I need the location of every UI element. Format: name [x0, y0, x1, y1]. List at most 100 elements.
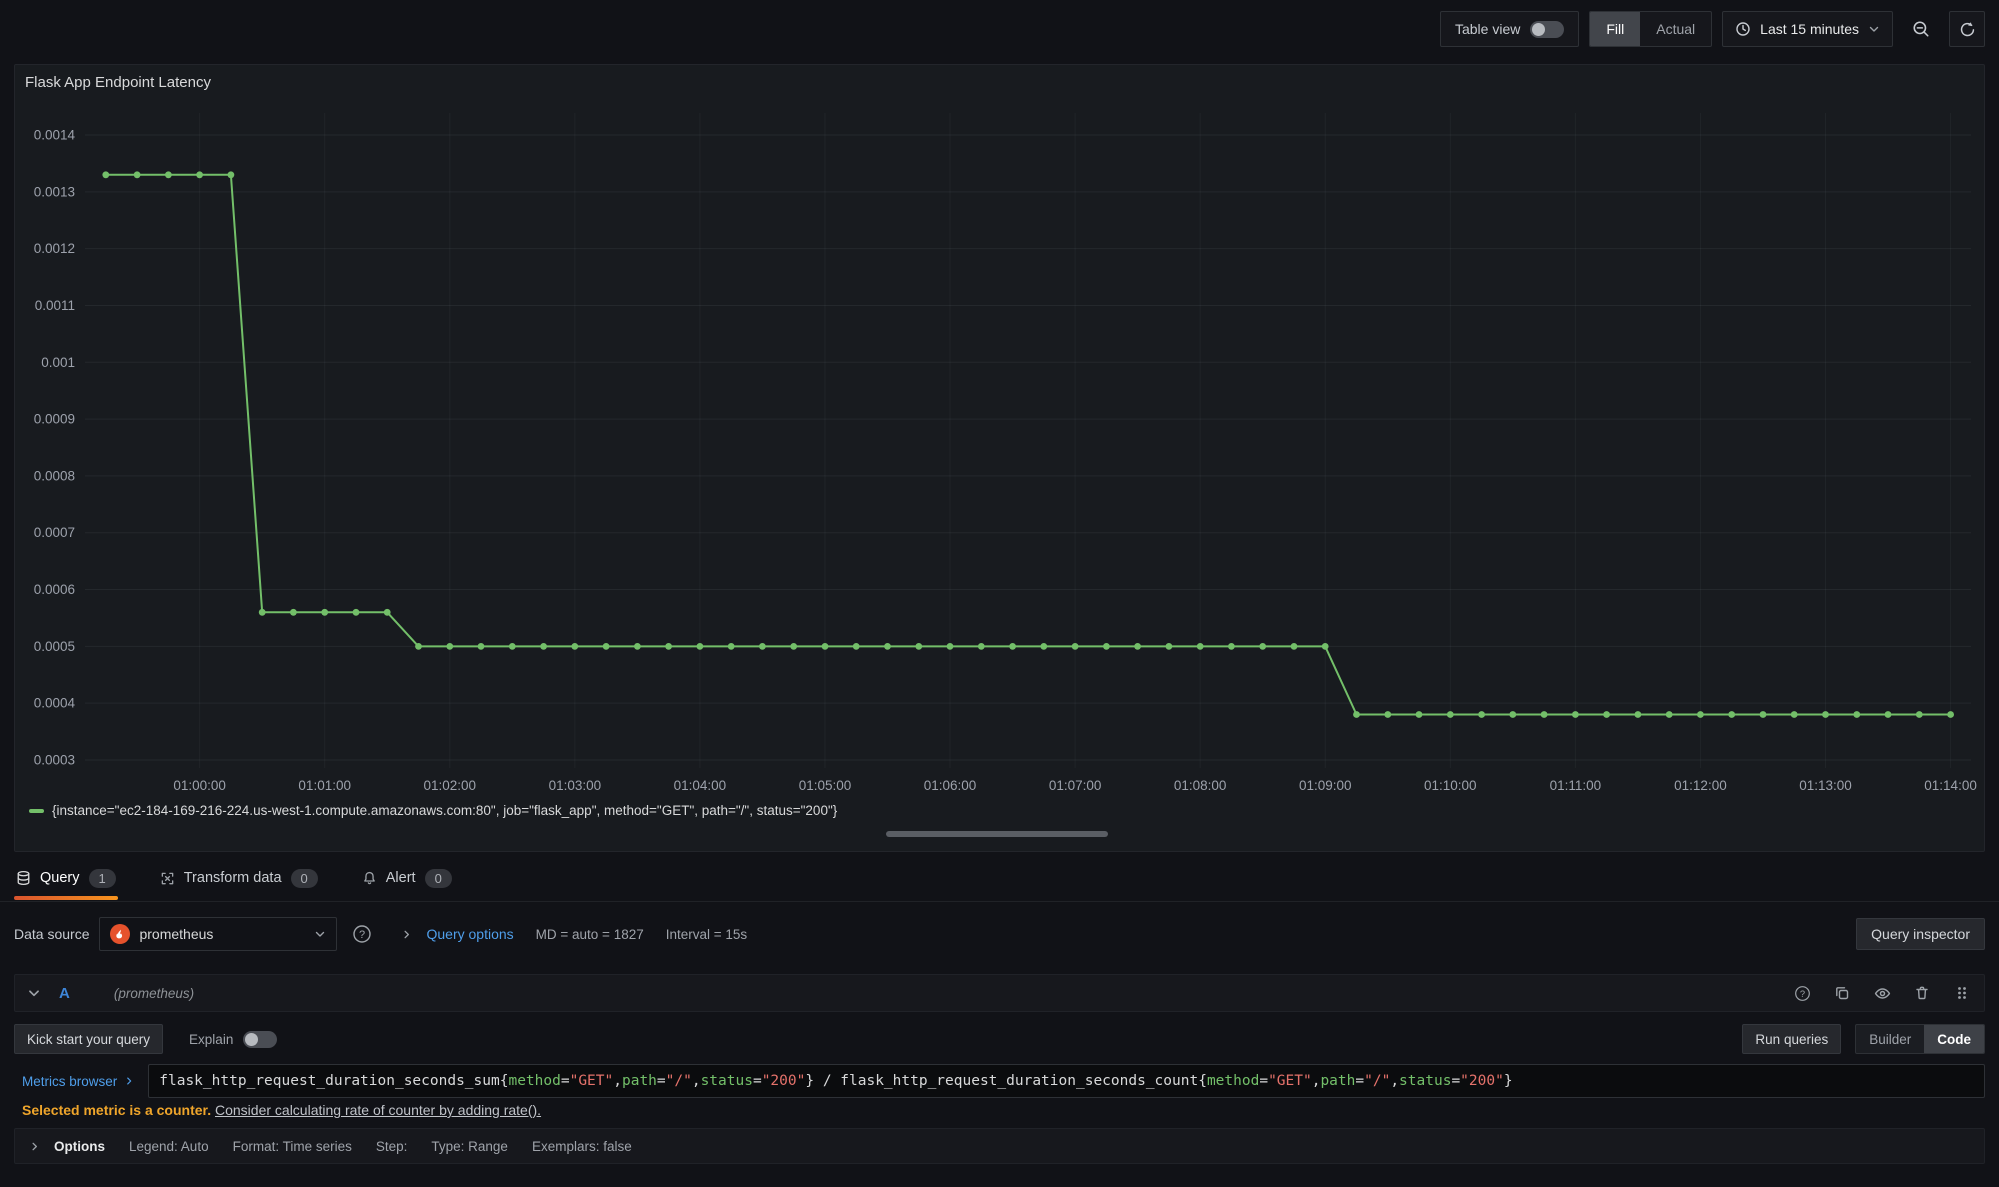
horizontal-scrollbar[interactable] — [886, 831, 1108, 837]
svg-text:01:02:00: 01:02:00 — [423, 778, 476, 793]
builder-code-segmented: Builder Code — [1855, 1024, 1985, 1054]
editor-tabs: Query 1 Transform data 0 Alert 0 — [14, 856, 454, 900]
refresh-icon — [1959, 21, 1976, 38]
svg-text:01:03:00: 01:03:00 — [549, 778, 602, 793]
svg-text:0.0011: 0.0011 — [35, 298, 75, 313]
query-help-button[interactable]: ? — [1792, 983, 1812, 1003]
bell-icon — [362, 870, 377, 886]
time-range-picker[interactable]: Last 15 minutes — [1722, 11, 1893, 47]
warning-rate-link[interactable]: Consider calculating rate of counter by … — [215, 1102, 541, 1118]
datasource-selected-value: prometheus — [139, 926, 305, 942]
table-view-toggle[interactable] — [1530, 21, 1564, 38]
tab-query[interactable]: Query 1 — [14, 856, 118, 900]
metrics-browser-label: Metrics browser — [22, 1074, 117, 1089]
counter-warning: Selected metric is a counter. Consider c… — [22, 1102, 1982, 1118]
eye-icon — [1874, 985, 1891, 1002]
query-options-group: Query options MD = auto = 1827 Interval … — [401, 926, 747, 942]
svg-text:0.0014: 0.0014 — [34, 128, 76, 143]
query-options-link[interactable]: Query options — [426, 926, 513, 942]
promql-editor-row: Metrics browser flask_http_request_durat… — [14, 1064, 1985, 1098]
copy-icon — [1834, 985, 1850, 1001]
chevron-down-icon — [314, 928, 326, 940]
svg-text:?: ? — [359, 929, 365, 941]
zoom-out-icon — [1912, 20, 1930, 38]
svg-text:01:11:00: 01:11:00 — [1550, 778, 1602, 793]
datasource-picker[interactable]: prometheus — [99, 917, 337, 951]
tab-alert-count: 0 — [425, 869, 452, 888]
options-step: Step: — [376, 1139, 408, 1154]
tab-query-label: Query — [40, 870, 80, 886]
options-legend: Legend: Auto — [129, 1139, 209, 1154]
promql-expression-input[interactable]: flask_http_request_duration_seconds_sum{… — [148, 1064, 1985, 1098]
transform-icon — [160, 871, 175, 886]
svg-text:01:07:00: 01:07:00 — [1049, 778, 1102, 793]
run-group: Run queries Builder Code — [1742, 1024, 1985, 1054]
svg-text:0.0005: 0.0005 — [34, 639, 75, 654]
svg-text:0.0003: 0.0003 — [34, 753, 75, 768]
svg-text:0.0008: 0.0008 — [34, 468, 75, 483]
kick-start-query-button[interactable]: Kick start your query — [14, 1024, 163, 1054]
run-queries-button[interactable]: Run queries — [1742, 1024, 1841, 1054]
tab-query-count: 1 — [89, 869, 116, 888]
max-data-points-value: MD = auto = 1827 — [536, 927, 644, 942]
panel-title[interactable]: Flask App Endpoint Latency — [25, 74, 211, 91]
svg-text:01:13:00: 01:13:00 — [1799, 778, 1852, 793]
clock-icon — [1735, 21, 1751, 37]
tab-transform-data[interactable]: Transform data 0 — [158, 856, 320, 900]
explain-label: Explain — [189, 1032, 233, 1047]
collapse-chevron-icon[interactable] — [27, 986, 41, 1000]
tab-transform-label: Transform data — [184, 870, 282, 886]
legend-series-label: {instance="ec2-184-169-216-224.us-west-1… — [52, 803, 837, 818]
legend-row[interactable]: {instance="ec2-184-169-216-224.us-west-1… — [29, 803, 837, 818]
promql-expression: flask_http_request_duration_seconds_sum{… — [159, 1073, 1512, 1089]
fill-option[interactable]: Fill — [1590, 12, 1640, 46]
duplicate-query-button[interactable] — [1832, 983, 1852, 1003]
drag-handle[interactable] — [1952, 983, 1972, 1003]
drag-handle-icon — [1955, 985, 1969, 1001]
interval-value: Interval = 15s — [666, 927, 747, 942]
options-exemplars: Exemplars: false — [532, 1139, 632, 1154]
svg-text:01:05:00: 01:05:00 — [799, 778, 852, 793]
explain-toggle[interactable] — [243, 1031, 277, 1048]
tabs-divider — [0, 901, 1999, 902]
query-editor-toolbar: Kick start your query Explain Run querie… — [14, 1024, 1985, 1054]
query-ref-id: A — [59, 985, 70, 1002]
trash-icon — [1914, 985, 1930, 1001]
warning-text: Selected metric is a counter. — [22, 1102, 211, 1118]
svg-text:0.001: 0.001 — [41, 355, 75, 370]
svg-text:01:06:00: 01:06:00 — [924, 778, 977, 793]
prometheus-logo-icon — [110, 924, 130, 944]
query-header-actions: ? — [1792, 983, 1972, 1003]
time-range-label: Last 15 minutes — [1760, 21, 1859, 37]
timeseries-panel: Flask App Endpoint Latency 01:00:0001:01… — [14, 64, 1985, 852]
query-options-bar[interactable]: Options Legend: Auto Format: Time series… — [14, 1128, 1985, 1164]
datasource-label: Data source — [14, 926, 89, 942]
zoom-out-button[interactable] — [1903, 11, 1939, 47]
table-view-control: Table view — [1440, 11, 1579, 47]
query-datasource-hint: (prometheus) — [114, 986, 194, 1001]
tab-alert[interactable]: Alert 0 — [360, 856, 454, 900]
svg-text:01:04:00: 01:04:00 — [674, 778, 727, 793]
svg-text:01:09:00: 01:09:00 — [1299, 778, 1352, 793]
fill-actual-segmented: Fill Actual — [1589, 11, 1712, 47]
refresh-button[interactable] — [1949, 11, 1985, 47]
latency-chart[interactable]: 01:00:0001:01:0001:02:0001:03:0001:04:00… — [21, 105, 1979, 805]
builder-option[interactable]: Builder — [1856, 1025, 1924, 1053]
options-title: Options — [54, 1139, 105, 1154]
svg-text:01:00:00: 01:00:00 — [173, 778, 226, 793]
actual-option[interactable]: Actual — [1640, 12, 1711, 46]
delete-query-button[interactable] — [1912, 983, 1932, 1003]
svg-text:01:08:00: 01:08:00 — [1174, 778, 1227, 793]
database-icon — [16, 870, 31, 886]
tab-alert-label: Alert — [386, 870, 416, 886]
metrics-browser-button[interactable]: Metrics browser — [14, 1064, 148, 1098]
code-option[interactable]: Code — [1924, 1025, 1984, 1053]
datasource-row: Data source prometheus ? Query options M… — [14, 914, 1985, 954]
chevron-down-icon — [1868, 23, 1880, 35]
table-view-label: Table view — [1455, 21, 1520, 37]
query-a-header[interactable]: A (prometheus) ? — [14, 974, 1985, 1012]
query-inspector-button[interactable]: Query inspector — [1856, 918, 1985, 950]
datasource-help-button[interactable]: ? — [345, 917, 379, 951]
svg-text:0.0007: 0.0007 — [34, 525, 75, 540]
toggle-visibility-button[interactable] — [1872, 983, 1892, 1003]
